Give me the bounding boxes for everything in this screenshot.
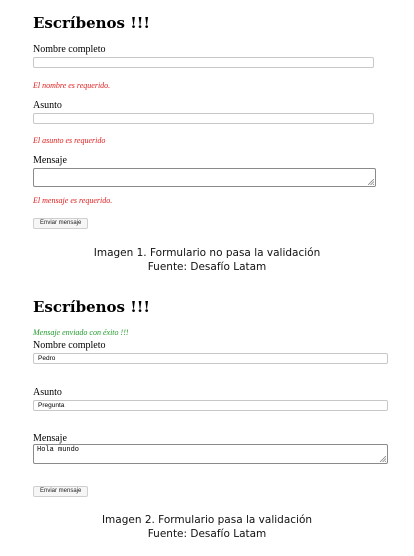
form-panel-valid: Escríbenos !!! Mensaje enviado con éxito…: [0, 0, 414, 497]
resize-grip-icon[interactable]: [380, 456, 386, 462]
subject-input[interactable]: Pregunta: [33, 400, 388, 411]
message-value: Hola mundo: [37, 446, 80, 454]
submit-button[interactable]: Enviar mensaje: [33, 486, 89, 497]
form-title: Escríbenos !!!: [33, 298, 150, 316]
caption-1-title: Imagen 1. Formulario no pasa la validaci…: [93, 247, 321, 259]
caption-2-source: Fuente: Desafío Latam: [147, 528, 267, 540]
success-message: Mensaje enviado con éxito !!!: [33, 328, 129, 337]
message-label: Mensaje: [33, 433, 67, 444]
caption-2-title: Imagen 2. Formulario pasa la validación: [101, 514, 313, 526]
name-input[interactable]: Pedro: [33, 353, 388, 364]
caption-1-source: Fuente: Desafío Latam: [147, 261, 267, 273]
subject-label: Asunto: [33, 387, 62, 398]
message-textarea[interactable]: Hola mundo: [33, 444, 388, 464]
name-label: Nombre completo: [33, 340, 106, 351]
